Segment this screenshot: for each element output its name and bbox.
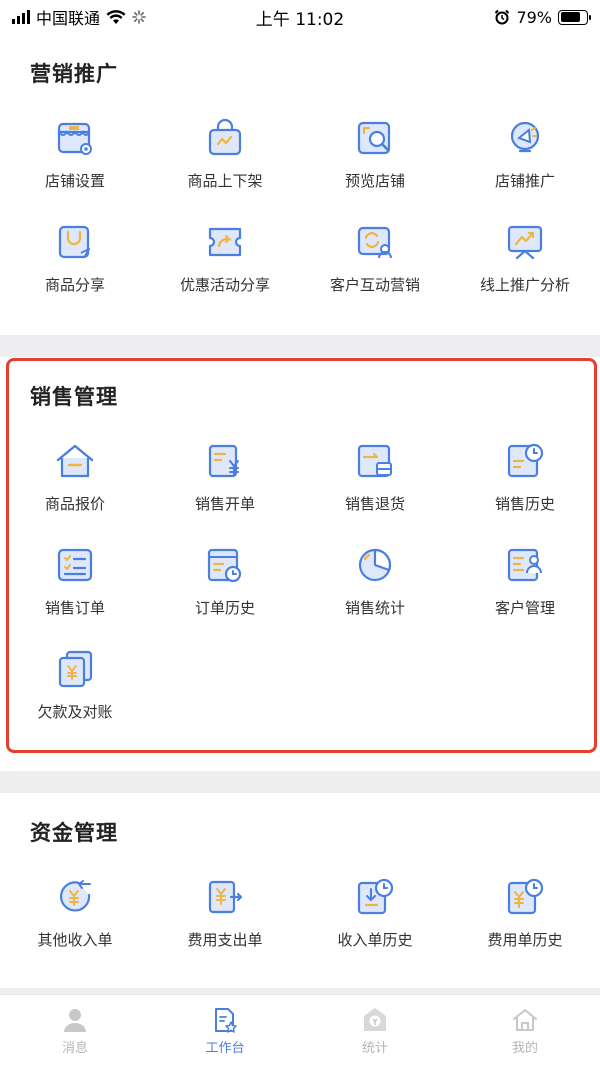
item-online-analysis[interactable]: 线上推广分析 bbox=[450, 220, 600, 324]
tab-label: 消息 bbox=[61, 1041, 88, 1056]
section-sales: 销售管理 商品报价 销售开单 销售退货 销售历史 销售订单 订单历史 销售统计 … bbox=[0, 357, 600, 771]
debt-reconcile-icon bbox=[58, 650, 93, 688]
item-label: 店铺设置 bbox=[44, 172, 105, 190]
income-history-icon bbox=[357, 878, 394, 915]
item-label: 销售历史 bbox=[494, 495, 555, 513]
sales-return-icon bbox=[357, 444, 392, 478]
item-sales-history[interactable]: 销售历史 bbox=[450, 439, 600, 543]
tab-label: 我的 bbox=[511, 1041, 538, 1056]
item-expense-history[interactable]: 费用单历史 bbox=[450, 875, 600, 979]
item-customer-manage[interactable]: 客户管理 bbox=[450, 543, 600, 647]
tab-stats[interactable]: 统计 bbox=[300, 995, 450, 1066]
item-income-history[interactable]: 收入单历史 bbox=[300, 875, 450, 979]
alarm-icon bbox=[495, 9, 510, 25]
item-other-income[interactable]: 其他收入单 bbox=[0, 875, 150, 979]
loading-icon bbox=[132, 10, 146, 24]
wifi-icon bbox=[106, 9, 126, 24]
item-label: 收入单历史 bbox=[337, 931, 413, 949]
divider bbox=[0, 335, 600, 357]
battery-icon bbox=[558, 9, 591, 25]
online-analysis-icon bbox=[507, 225, 543, 260]
item-label: 店铺推广 bbox=[494, 172, 555, 190]
item-label: 销售开单 bbox=[194, 495, 255, 513]
item-label: 费用单历史 bbox=[487, 931, 563, 949]
section-title: 营销推广 bbox=[30, 62, 118, 86]
item-label: 客户互动营销 bbox=[329, 276, 420, 294]
other-income-icon bbox=[60, 880, 91, 912]
product-quote-icon bbox=[56, 444, 94, 478]
item-expense[interactable]: 费用支出单 bbox=[150, 875, 300, 979]
workbench-icon bbox=[215, 1008, 237, 1033]
expense-history-icon bbox=[507, 878, 544, 915]
item-label: 线上推广分析 bbox=[479, 276, 570, 294]
sales-stats-icon bbox=[358, 548, 392, 582]
promotion-icon bbox=[510, 121, 540, 153]
coupon-share-icon bbox=[208, 227, 242, 257]
tab-workbench[interactable]: 工作台 bbox=[150, 995, 300, 1066]
customer-manage-icon bbox=[507, 548, 542, 582]
item-label: 预览店铺 bbox=[344, 172, 405, 190]
section-finance: 资金管理 其他收入单 费用支出单 收入单历史 费用单历史 bbox=[0, 793, 600, 988]
grid-finance: 其他收入单 费用支出单 收入单历史 费用单历史 bbox=[0, 875, 600, 979]
section-title: 资金管理 bbox=[30, 821, 118, 845]
item-label: 商品上下架 bbox=[187, 172, 263, 190]
section-title: 销售管理 bbox=[30, 385, 118, 409]
item-sales-stats[interactable]: 销售统计 bbox=[300, 543, 450, 647]
carrier: 中国联通 bbox=[36, 9, 101, 28]
status-bar: 中国联通 上午 11:02 79% bbox=[0, 0, 600, 34]
item-order-history[interactable]: 订单历史 bbox=[150, 543, 300, 647]
sales-bill-icon bbox=[208, 444, 239, 478]
customer-interaction-icon bbox=[357, 226, 392, 259]
shopping-bag-icon bbox=[208, 118, 242, 156]
item-label: 其他收入单 bbox=[37, 931, 113, 949]
item-label: 商品报价 bbox=[44, 495, 105, 513]
tab-messages[interactable]: 消息 bbox=[0, 995, 150, 1066]
stats-icon bbox=[364, 1008, 386, 1031]
item-label: 费用支出单 bbox=[187, 931, 263, 949]
item-product-share[interactable]: 商品分享 bbox=[0, 220, 150, 324]
shop-settings-icon bbox=[57, 122, 92, 155]
item-shop-promotion[interactable]: 店铺推广 bbox=[450, 116, 600, 220]
expense-icon bbox=[208, 880, 243, 914]
battery-percent: 79% bbox=[516, 7, 552, 27]
item-shop-settings[interactable]: 店铺设置 bbox=[0, 116, 150, 220]
item-label: 优惠活动分享 bbox=[179, 276, 270, 294]
home-icon bbox=[513, 1009, 537, 1031]
order-history-icon bbox=[207, 548, 242, 583]
user-icon bbox=[64, 1009, 86, 1032]
item-debt-reconcile[interactable]: 欠款及对账 bbox=[0, 647, 150, 751]
sales-order-icon bbox=[57, 548, 93, 582]
product-share-icon bbox=[58, 225, 90, 259]
item-shelf[interactable]: 商品上下架 bbox=[150, 116, 300, 220]
item-label: 销售订单 bbox=[44, 599, 105, 617]
item-label: 商品分享 bbox=[44, 276, 105, 294]
item-product-quote[interactable]: 商品报价 bbox=[0, 439, 150, 543]
tab-bar: 消息 工作台 统计 我的 bbox=[0, 994, 600, 1066]
grid-marketing: 店铺设置 商品上下架 预览店铺 店铺推广 商品分享 优惠活动分享 客户互动营销 … bbox=[0, 116, 600, 324]
item-preview-shop[interactable]: 预览店铺 bbox=[300, 116, 450, 220]
item-sales-bill[interactable]: 销售开单 bbox=[150, 439, 300, 543]
item-label: 订单历史 bbox=[194, 599, 255, 617]
tab-label: 工作台 bbox=[205, 1041, 245, 1056]
item-customer-interaction[interactable]: 客户互动营销 bbox=[300, 220, 450, 324]
grid-sales: 商品报价 销售开单 销售退货 销售历史 销售订单 订单历史 销售统计 客户管理 … bbox=[0, 439, 600, 751]
item-coupon-share[interactable]: 优惠活动分享 bbox=[150, 220, 300, 324]
item-label: 客户管理 bbox=[494, 599, 555, 617]
signal-icon bbox=[12, 10, 30, 24]
divider bbox=[0, 771, 600, 793]
tab-label: 统计 bbox=[361, 1041, 388, 1056]
item-label: 销售统计 bbox=[344, 599, 405, 617]
item-label: 销售退货 bbox=[344, 495, 405, 513]
item-sales-return[interactable]: 销售退货 bbox=[300, 439, 450, 543]
section-marketing: 营销推广 店铺设置 商品上下架 预览店铺 店铺推广 商品分享 优惠活动分享 客户… bbox=[0, 34, 600, 335]
item-label: 欠款及对账 bbox=[37, 703, 113, 721]
item-sales-order[interactable]: 销售订单 bbox=[0, 543, 150, 647]
sales-history-icon bbox=[507, 443, 544, 478]
tab-mine[interactable]: 我的 bbox=[450, 995, 600, 1066]
preview-shop-icon bbox=[357, 121, 391, 155]
